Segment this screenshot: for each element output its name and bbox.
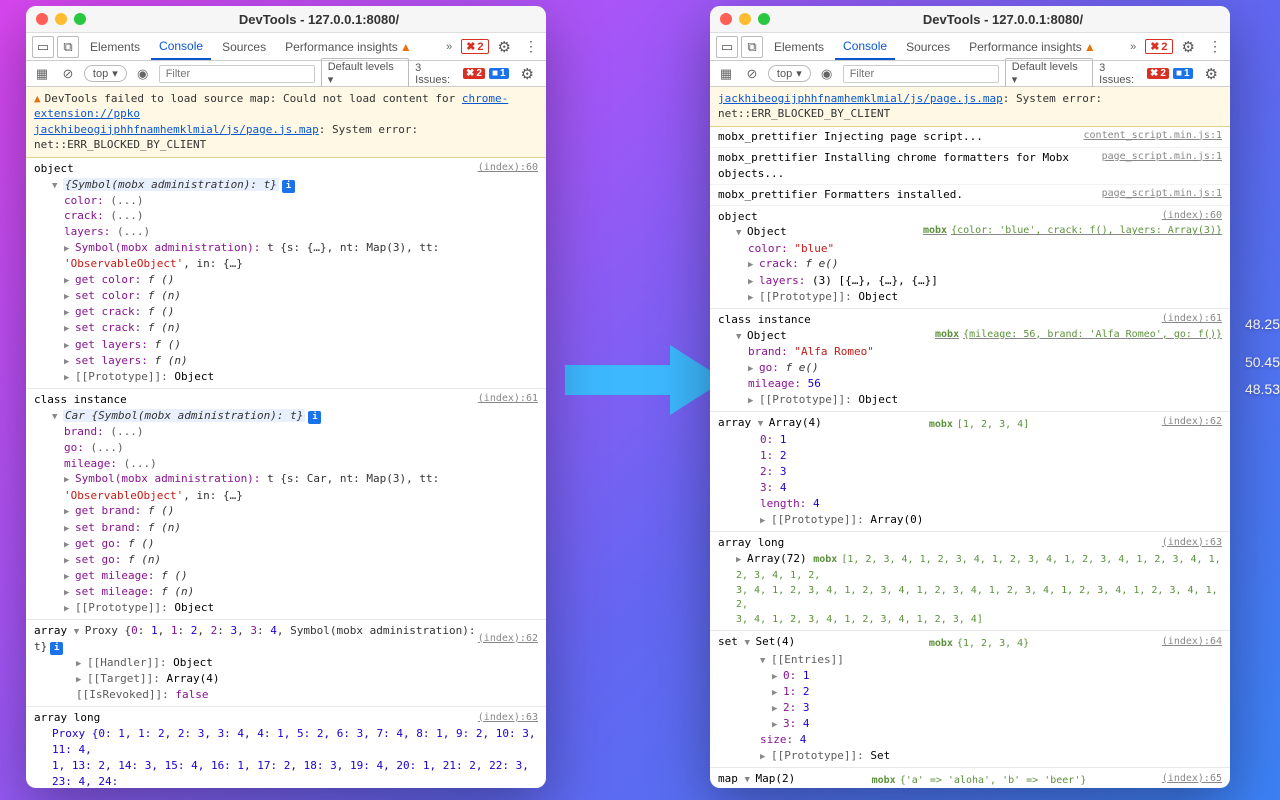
log-text: mobx_prettifier Injecting page script... <box>718 129 983 145</box>
log-text: mobx_prettifier Installing chrome format… <box>718 150 1102 182</box>
warning-banner: ▲DevTools failed to load source map: Cou… <box>26 87 546 158</box>
issues-indicator[interactable]: 3 Issues: ✖2■1 <box>1099 62 1192 86</box>
source-link[interactable]: (index):62 <box>1162 415 1222 430</box>
levels-selector[interactable]: Default levels ▾ <box>1005 58 1093 89</box>
log-label: array long <box>34 710 100 726</box>
context-selector[interactable]: top ▾ <box>768 65 811 82</box>
context-selector[interactable]: top ▾ <box>84 65 127 82</box>
titlebar: DevTools - 127.0.0.1:8080/ <box>710 6 1230 33</box>
sidebar-toggle-icon[interactable]: ▦ <box>32 64 52 84</box>
tab-sources[interactable]: Sources <box>898 35 958 59</box>
more-tabs-icon[interactable]: » <box>440 41 458 53</box>
tab-elements[interactable]: Elements <box>82 35 148 59</box>
tab-console[interactable]: Console <box>835 34 895 60</box>
bg-number: 50.45 <box>1245 354 1280 370</box>
arrow-icon <box>560 335 730 425</box>
inspect-icon[interactable]: ▭ <box>716 36 738 58</box>
bg-number: 48.53 <box>1245 381 1280 397</box>
device-icon[interactable]: ⧉ <box>741 36 763 58</box>
menu-icon[interactable]: ⋮ <box>1204 38 1224 55</box>
window-title: DevTools - 127.0.0.1:8080/ <box>102 12 536 27</box>
filter-input[interactable] <box>159 65 315 83</box>
bg-number: 48.25 <box>1245 316 1280 332</box>
console-output: mobx_prettifier Injecting page script...… <box>710 127 1230 788</box>
log-label: class instance <box>34 392 127 408</box>
link[interactable]: jackhibeogijphhfnamhemklmial/js/page.js.… <box>34 123 319 136</box>
settings-icon[interactable]: ⚙ <box>492 38 517 56</box>
log-label: array <box>34 624 67 637</box>
source-link[interactable]: page_script.min.js:1 <box>1102 150 1222 182</box>
log-label: set <box>718 635 738 648</box>
window-title: DevTools - 127.0.0.1:8080/ <box>786 12 1220 27</box>
levels-selector[interactable]: Default levels ▾ <box>321 58 409 89</box>
source-link[interactable]: (index):60 <box>478 161 538 176</box>
maximize-icon[interactable] <box>758 13 770 25</box>
source-link[interactable]: (index):61 <box>478 392 538 407</box>
tab-console[interactable]: Console <box>151 34 211 60</box>
log-label: array <box>718 416 751 429</box>
inspect-icon[interactable]: ▭ <box>32 36 54 58</box>
tab-performance[interactable]: Performance insights▲ <box>961 35 1104 59</box>
minimize-icon[interactable] <box>739 13 751 25</box>
devtools-window-left: DevTools - 127.0.0.1:8080/ ▭ ⧉ Elements … <box>26 6 546 788</box>
issues-indicator[interactable]: 3 Issues: ✖2■1 <box>415 62 508 86</box>
log-text: mobx_prettifier Formatters installed. <box>718 187 963 203</box>
source-link[interactable]: (index):64 <box>1162 635 1222 650</box>
close-icon[interactable] <box>720 13 732 25</box>
source-link[interactable]: (index):65 <box>1162 772 1222 787</box>
filter-input[interactable] <box>843 65 999 83</box>
console-output: object(index):60 ▼{Symbol(mobx administr… <box>26 158 546 788</box>
tab-bar: ▭ ⧉ Elements Console Sources Performance… <box>710 33 1230 61</box>
console-toolbar: ▦ ⊘ top ▾ ◉ Default levels ▾ 3 Issues: ✖… <box>710 61 1230 87</box>
console-toolbar: ▦ ⊘ top ▾ ◉ Default levels ▾ 3 Issues: ✖… <box>26 61 546 87</box>
info-icon[interactable]: i <box>308 411 321 424</box>
clear-icon[interactable]: ⊘ <box>58 64 78 84</box>
maximize-icon[interactable] <box>74 13 86 25</box>
source-link[interactable]: (index):62 <box>478 632 538 647</box>
minimize-icon[interactable] <box>55 13 67 25</box>
close-icon[interactable] <box>36 13 48 25</box>
source-link[interactable]: (index):63 <box>478 711 538 726</box>
log-label: object <box>718 209 758 225</box>
console-settings-icon[interactable]: ⚙ <box>1199 65 1224 83</box>
menu-icon[interactable]: ⋮ <box>520 38 540 55</box>
source-link[interactable]: (index):60 <box>1162 209 1222 224</box>
devtools-window-right: DevTools - 127.0.0.1:8080/ ▭ ⧉ Elements … <box>710 6 1230 788</box>
source-link[interactable]: page_script.min.js:1 <box>1102 187 1222 203</box>
tab-performance[interactable]: Performance insights▲ <box>277 35 420 59</box>
source-link[interactable]: (index):63 <box>1162 536 1222 551</box>
device-icon[interactable]: ⧉ <box>57 36 79 58</box>
settings-icon[interactable]: ⚙ <box>1176 38 1201 56</box>
eye-icon[interactable]: ◉ <box>133 64 153 84</box>
error-badge[interactable]: ✖2 <box>1145 39 1172 54</box>
info-icon[interactable]: i <box>282 180 295 193</box>
sidebar-toggle-icon[interactable]: ▦ <box>716 64 736 84</box>
console-settings-icon[interactable]: ⚙ <box>515 65 540 83</box>
tab-bar: ▭ ⧉ Elements Console Sources Performance… <box>26 33 546 61</box>
log-label: map <box>718 772 738 785</box>
eye-icon[interactable]: ◉ <box>817 64 837 84</box>
source-link[interactable]: content_script.min.js:1 <box>1084 129 1222 145</box>
warning-icon: ▲ <box>34 92 41 105</box>
titlebar: DevTools - 127.0.0.1:8080/ <box>26 6 546 33</box>
tab-sources[interactable]: Sources <box>214 35 274 59</box>
clear-icon[interactable]: ⊘ <box>742 64 762 84</box>
source-link[interactable]: (index):61 <box>1162 312 1222 327</box>
more-tabs-icon[interactable]: » <box>1124 41 1142 53</box>
info-icon[interactable]: i <box>50 642 63 655</box>
log-label: object <box>34 161 74 177</box>
warning-banner: jackhibeogijphhfnamhemklmial/js/page.js.… <box>710 87 1230 127</box>
log-label: array long <box>718 535 784 551</box>
log-label: class instance <box>718 312 811 328</box>
error-badge[interactable]: ✖2 <box>461 39 488 54</box>
link[interactable]: jackhibeogijphhfnamhemklmial/js/page.js.… <box>718 92 1003 105</box>
tab-elements[interactable]: Elements <box>766 35 832 59</box>
